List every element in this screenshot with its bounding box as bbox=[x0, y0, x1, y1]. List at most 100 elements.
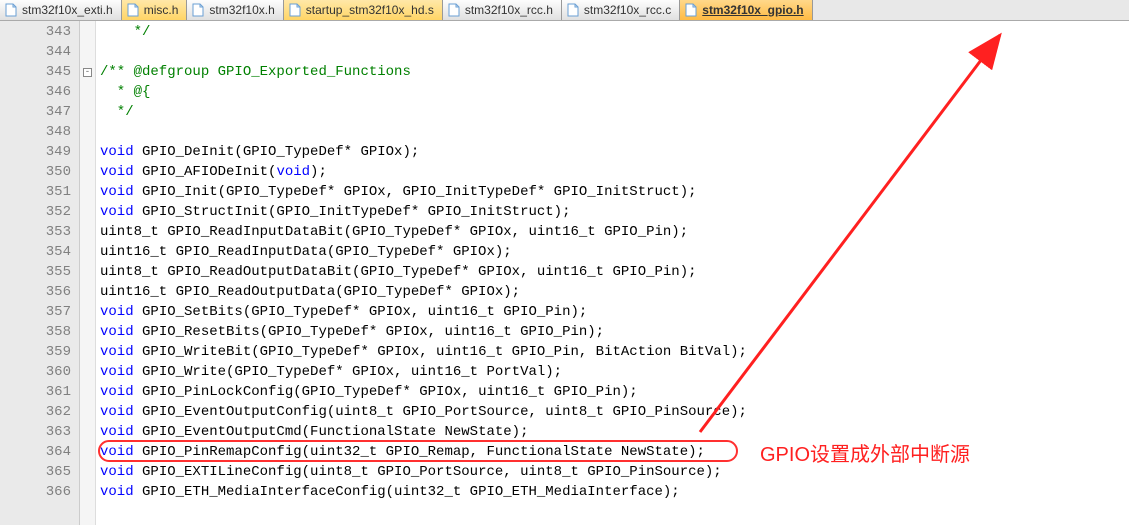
line-number: 355 bbox=[0, 262, 79, 282]
code-token: GPIO_EXTILineConfig(uint8_t GPIO_PortSou… bbox=[134, 464, 722, 480]
tab-label: stm32f10x_gpio.h bbox=[702, 3, 803, 17]
fold-cell bbox=[80, 482, 95, 502]
fold-cell bbox=[80, 262, 95, 282]
fold-cell[interactable]: - bbox=[80, 62, 95, 82]
code-token: GPIO_WriteBit(GPIO_TypeDef* GPIOx, uint1… bbox=[134, 344, 747, 360]
fold-cell bbox=[80, 462, 95, 482]
code-token: GPIO_StructInit(GPIO_InitTypeDef* GPIO_I… bbox=[134, 204, 571, 220]
tab-stm32f10x_exti-h[interactable]: stm32f10x_exti.h bbox=[0, 0, 122, 20]
line-number: 362 bbox=[0, 402, 79, 422]
comment-token: */ bbox=[100, 104, 134, 120]
code-editor: 3433443453463473483493503513523533543553… bbox=[0, 21, 1129, 525]
code-token: uint8_t GPIO_ReadInputDataBit(GPIO_TypeD… bbox=[100, 224, 688, 240]
code-line[interactable]: void GPIO_EventOutputConfig(uint8_t GPIO… bbox=[100, 402, 1129, 422]
code-line[interactable]: void GPIO_PinRemapConfig(uint32_t GPIO_R… bbox=[100, 442, 1129, 462]
keyword-token: void bbox=[100, 404, 134, 420]
code-line[interactable]: */ bbox=[100, 22, 1129, 42]
keyword-token: void bbox=[100, 384, 134, 400]
fold-cell bbox=[80, 162, 95, 182]
keyword-token: void bbox=[100, 484, 134, 500]
code-token: GPIO_AFIODeInit( bbox=[134, 164, 277, 180]
code-line[interactable]: void GPIO_Init(GPIO_TypeDef* GPIOx, GPIO… bbox=[100, 182, 1129, 202]
code-line[interactable]: uint8_t GPIO_ReadOutputDataBit(GPIO_Type… bbox=[100, 262, 1129, 282]
comment-token: * @{ bbox=[100, 84, 150, 100]
file-icon bbox=[191, 3, 205, 17]
code-token: GPIO_DeInit(GPIO_TypeDef* GPIOx); bbox=[134, 144, 420, 160]
keyword-token: void bbox=[100, 184, 134, 200]
tab-stm32f10x_rcc-h[interactable]: stm32f10x_rcc.h bbox=[443, 0, 562, 20]
code-line[interactable]: void GPIO_DeInit(GPIO_TypeDef* GPIOx); bbox=[100, 142, 1129, 162]
tab-label: stm32f10x_rcc.c bbox=[584, 3, 671, 17]
fold-cell bbox=[80, 402, 95, 422]
line-number-gutter: 3433443453463473483493503513523533543553… bbox=[0, 21, 80, 525]
code-token: GPIO_ETH_MediaInterfaceConfig(uint32_t G… bbox=[134, 484, 680, 500]
tab-misc-h[interactable]: misc.h bbox=[122, 0, 188, 20]
code-token: GPIO_ResetBits(GPIO_TypeDef* GPIOx, uint… bbox=[134, 324, 604, 340]
keyword-token: void bbox=[100, 364, 134, 380]
fold-cell bbox=[80, 362, 95, 382]
tab-startup_stm32f10x_hd-s[interactable]: startup_stm32f10x_hd.s bbox=[284, 0, 443, 20]
code-line[interactable]: uint16_t GPIO_ReadOutputData(GPIO_TypeDe… bbox=[100, 282, 1129, 302]
code-line[interactable] bbox=[100, 42, 1129, 62]
code-line[interactable]: void GPIO_EXTILineConfig(uint8_t GPIO_Po… bbox=[100, 462, 1129, 482]
code-token: GPIO_EventOutputCmd(FunctionalState NewS… bbox=[134, 424, 529, 440]
tab-stm32f10x-h[interactable]: stm32f10x.h bbox=[187, 0, 283, 20]
fold-cell bbox=[80, 122, 95, 142]
line-number: 357 bbox=[0, 302, 79, 322]
tab-label: startup_stm32f10x_hd.s bbox=[306, 3, 434, 17]
code-line[interactable]: void GPIO_StructInit(GPIO_InitTypeDef* G… bbox=[100, 202, 1129, 222]
code-token: uint8_t GPIO_ReadOutputDataBit(GPIO_Type… bbox=[100, 264, 697, 280]
tab-stm32f10x_rcc-c[interactable]: stm32f10x_rcc.c bbox=[562, 0, 680, 20]
code-line[interactable]: uint16_t GPIO_ReadInputData(GPIO_TypeDef… bbox=[100, 242, 1129, 262]
line-number: 353 bbox=[0, 222, 79, 242]
fold-cell bbox=[80, 202, 95, 222]
comment-token: GPIO_Exported_Functions bbox=[218, 64, 411, 80]
line-number: 348 bbox=[0, 122, 79, 142]
line-number: 347 bbox=[0, 102, 79, 122]
code-line[interactable]: void GPIO_PinLockConfig(GPIO_TypeDef* GP… bbox=[100, 382, 1129, 402]
code-line[interactable]: void GPIO_Write(GPIO_TypeDef* GPIOx, uin… bbox=[100, 362, 1129, 382]
code-token: GPIO_PinLockConfig(GPIO_TypeDef* GPIOx, … bbox=[134, 384, 638, 400]
code-line[interactable]: uint8_t GPIO_ReadInputDataBit(GPIO_TypeD… bbox=[100, 222, 1129, 242]
fold-toggle-icon[interactable]: - bbox=[83, 68, 92, 77]
keyword-token: void bbox=[100, 324, 134, 340]
code-line[interactable]: void GPIO_WriteBit(GPIO_TypeDef* GPIOx, … bbox=[100, 342, 1129, 362]
fold-cell bbox=[80, 102, 95, 122]
line-number: 350 bbox=[0, 162, 79, 182]
code-token: GPIO_EventOutputConfig(uint8_t GPIO_Port… bbox=[134, 404, 747, 420]
comment-token: */ bbox=[100, 24, 150, 40]
line-number: 352 bbox=[0, 202, 79, 222]
file-icon bbox=[4, 3, 18, 17]
tab-label: stm32f10x.h bbox=[209, 3, 274, 17]
keyword-token: void bbox=[100, 444, 134, 460]
fold-cell bbox=[80, 382, 95, 402]
code-line[interactable]: */ bbox=[100, 102, 1129, 122]
code-token: uint16_t GPIO_ReadOutputData(GPIO_TypeDe… bbox=[100, 284, 520, 300]
code-line[interactable]: void GPIO_SetBits(GPIO_TypeDef* GPIOx, u… bbox=[100, 302, 1129, 322]
code-line[interactable]: void GPIO_AFIODeInit(void); bbox=[100, 162, 1129, 182]
code-line[interactable]: void GPIO_EventOutputCmd(FunctionalState… bbox=[100, 422, 1129, 442]
keyword-token: void bbox=[100, 464, 134, 480]
line-number: 356 bbox=[0, 282, 79, 302]
code-line[interactable]: void GPIO_ETH_MediaInterfaceConfig(uint3… bbox=[100, 482, 1129, 502]
fold-cell bbox=[80, 422, 95, 442]
tab-stm32f10x_gpio-h[interactable]: stm32f10x_gpio.h bbox=[680, 0, 812, 20]
keyword-token: void bbox=[276, 164, 310, 180]
code-token: ); bbox=[310, 164, 327, 180]
line-number: 354 bbox=[0, 242, 79, 262]
fold-cell bbox=[80, 282, 95, 302]
code-line[interactable] bbox=[100, 122, 1129, 142]
line-number: 351 bbox=[0, 182, 79, 202]
tab-bar: stm32f10x_exti.hmisc.h stm32f10x.h startup… bbox=[0, 0, 1129, 21]
fold-cell bbox=[80, 442, 95, 462]
fold-cell bbox=[80, 82, 95, 102]
code-line[interactable]: /** @defgroup GPIO_Exported_Functions bbox=[100, 62, 1129, 82]
code-area[interactable]: *//** @defgroup GPIO_Exported_Functions … bbox=[96, 21, 1129, 525]
code-token: GPIO_SetBits(GPIO_TypeDef* GPIOx, uint16… bbox=[134, 304, 588, 320]
fold-cell bbox=[80, 142, 95, 162]
code-line[interactable]: * @{ bbox=[100, 82, 1129, 102]
code-line[interactable]: void GPIO_ResetBits(GPIO_TypeDef* GPIOx,… bbox=[100, 322, 1129, 342]
line-number: 360 bbox=[0, 362, 79, 382]
file-icon bbox=[126, 3, 140, 17]
fold-cell bbox=[80, 242, 95, 262]
